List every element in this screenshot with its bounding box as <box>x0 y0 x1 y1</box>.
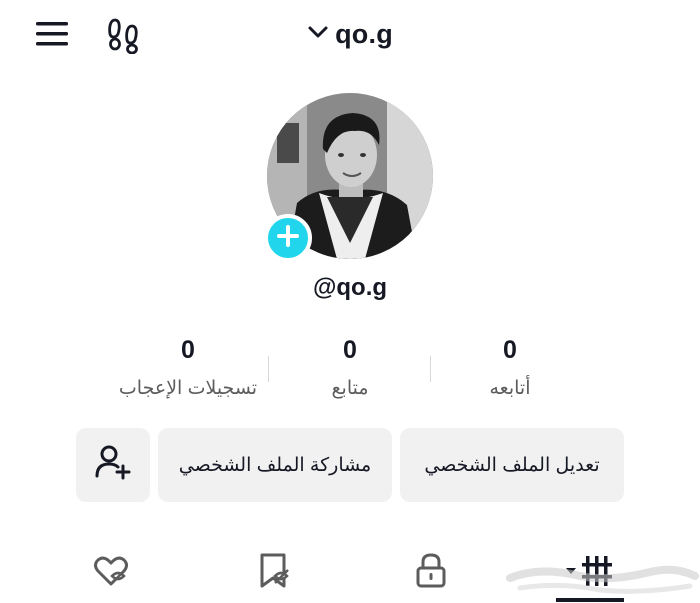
page-title: qo.g <box>335 18 393 49</box>
tab-saved[interactable] <box>253 550 295 592</box>
plus-icon <box>275 223 301 254</box>
add-photo-button[interactable] <box>264 214 312 262</box>
watermark <box>500 548 700 598</box>
tab-private[interactable] <box>410 550 452 592</box>
account-switcher[interactable]: qo.g <box>0 14 700 54</box>
heart-hidden-icon <box>90 556 132 596</box>
lock-icon <box>410 553 452 596</box>
add-user-icon <box>93 442 133 488</box>
selected-tab-indicator <box>556 598 624 602</box>
profile-handle: @qo.g <box>312 274 388 301</box>
edit-profile-button[interactable]: تعديل الملف الشخصي <box>400 428 624 502</box>
stat-likes[interactable]: 0 تسجيلات الإعجاب <box>88 336 288 400</box>
bookmark-hidden-icon <box>253 553 295 596</box>
likes-count: 0 <box>181 336 195 364</box>
add-friend-button[interactable] <box>76 428 150 502</box>
chevron-down-icon <box>307 21 329 48</box>
likes-label: تسجيلات الإعجاب <box>118 378 258 399</box>
tab-liked[interactable] <box>90 550 132 592</box>
share-profile-button[interactable]: مشاركة الملف الشخصي <box>158 428 392 502</box>
